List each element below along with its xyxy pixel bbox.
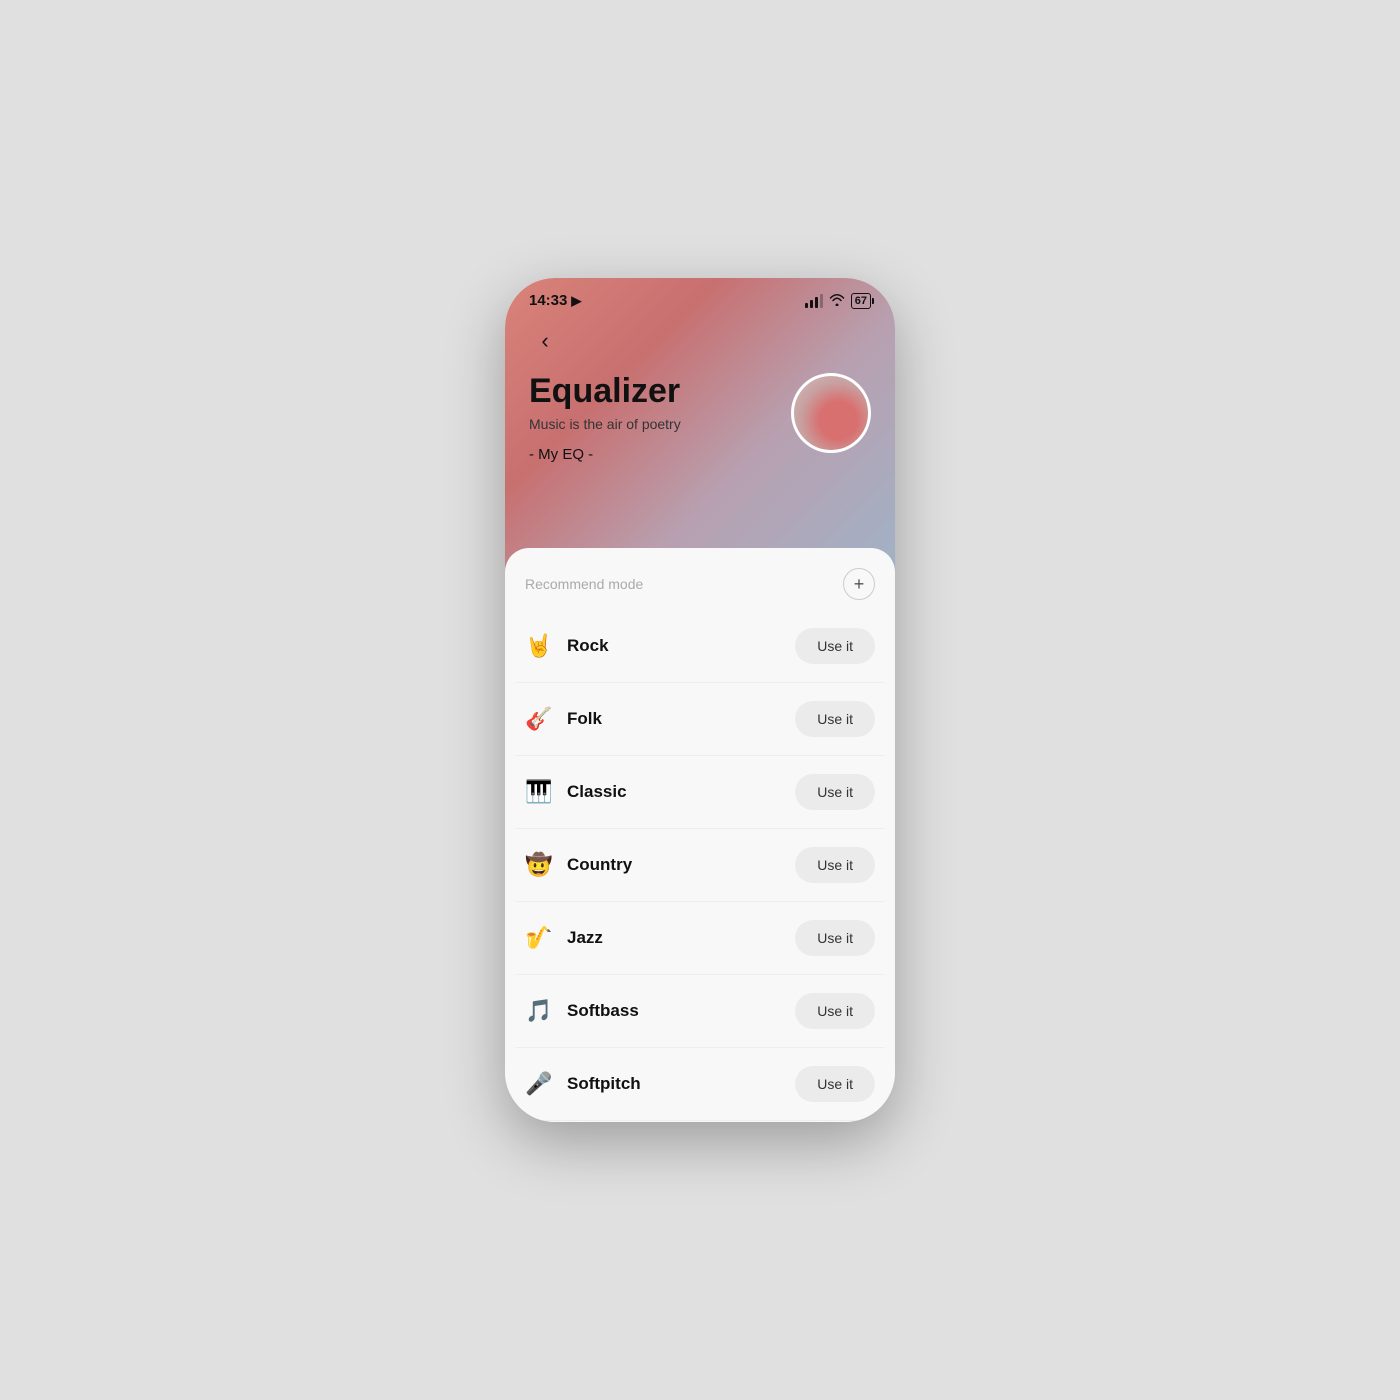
eq-left-rock: 🤘 Rock — [525, 633, 609, 659]
use-btn-jazz[interactable]: Use it — [795, 920, 875, 956]
use-btn-folk[interactable]: Use it — [795, 701, 875, 737]
eq-name-jazz: Jazz — [567, 928, 603, 948]
use-btn-rock[interactable]: Use it — [795, 628, 875, 664]
nav-bar: ‹ — [505, 317, 895, 365]
use-btn-softbass[interactable]: Use it — [795, 993, 875, 1029]
wifi-icon — [829, 293, 845, 309]
eq-name-country: Country — [567, 855, 632, 875]
battery-level: 67 — [855, 295, 867, 307]
signal-icon — [805, 294, 823, 308]
status-icons: 67 — [805, 293, 871, 309]
eq-item-country: 🤠 Country Use it — [515, 829, 885, 902]
recommend-label: Recommend mode — [525, 576, 643, 592]
add-mode-button[interactable]: + — [843, 568, 875, 600]
subtitle: Music is the air of poetry — [529, 416, 681, 432]
eq-item-folk: 🎸 Folk Use it — [515, 683, 885, 756]
use-btn-country[interactable]: Use it — [795, 847, 875, 883]
eq-item-myeq: ✏️My EQUsing — [515, 1121, 885, 1122]
eq-item-softpitch: 🎤 Softpitch Use it — [515, 1048, 885, 1121]
phone-frame: 14:33 ▶ 67 ‹ — [505, 278, 895, 1122]
use-btn-classic[interactable]: Use it — [795, 774, 875, 810]
location-icon: ▶ — [571, 293, 581, 309]
eq-name-folk: Folk — [567, 709, 602, 729]
eq-icon-jazz: 🎷 — [525, 925, 553, 951]
status-time: 14:33 ▶ — [529, 292, 581, 309]
add-icon: + — [854, 574, 865, 595]
eq-left-folk: 🎸 Folk — [525, 706, 602, 732]
eq-item-softbass: 🎵 Softbass Use it — [515, 975, 885, 1048]
eq-item-rock: 🤘 Rock Use it — [515, 610, 885, 683]
eq-left-softbass: 🎵 Softbass — [525, 998, 639, 1024]
eq-icon-softpitch: 🎤 — [525, 1071, 553, 1097]
eq-left-country: 🤠 Country — [525, 852, 632, 878]
content-card: Recommend mode + 🤘RockUse it🎸FolkUse it🎹… — [505, 548, 895, 1122]
card-header: Recommend mode + — [505, 548, 895, 610]
use-btn-softpitch[interactable]: Use it — [795, 1066, 875, 1102]
status-bar: 14:33 ▶ 67 — [505, 278, 895, 317]
eq-icon-folk: 🎸 — [525, 706, 553, 732]
eq-left-classic: 🎹 Classic — [525, 779, 627, 805]
eq-item-classic: 🎹 Classic Use it — [515, 756, 885, 829]
eq-left-softpitch: 🎤 Softpitch — [525, 1071, 641, 1097]
avatar — [791, 373, 871, 453]
page-title: Equalizer — [529, 373, 681, 410]
my-eq-label: - My EQ - — [529, 446, 681, 463]
eq-icon-country: 🤠 — [525, 852, 553, 878]
eq-name-softpitch: Softpitch — [567, 1074, 641, 1094]
eq-name-softbass: Softbass — [567, 1001, 639, 1021]
battery-icon: 67 — [851, 293, 871, 309]
time-display: 14:33 — [529, 292, 567, 309]
eq-left-jazz: 🎷 Jazz — [525, 925, 603, 951]
eq-item-jazz: 🎷 Jazz Use it — [515, 902, 885, 975]
eq-icon-rock: 🤘 — [525, 633, 553, 659]
eq-mode-list: 🤘 Rock Use it 🎸 Folk Use it 🎹 Classic Use it 🤠 Cou… — [505, 610, 895, 1122]
back-icon: ‹ — [541, 328, 548, 354]
back-button[interactable]: ‹ — [529, 325, 561, 357]
header-content: Equalizer Music is the air of poetry - M… — [505, 365, 895, 483]
header-text: Equalizer Music is the air of poetry - M… — [529, 373, 681, 463]
eq-icon-classic: 🎹 — [525, 779, 553, 805]
eq-name-rock: Rock — [567, 636, 609, 656]
eq-icon-softbass: 🎵 — [525, 998, 553, 1024]
eq-name-classic: Classic — [567, 782, 627, 802]
